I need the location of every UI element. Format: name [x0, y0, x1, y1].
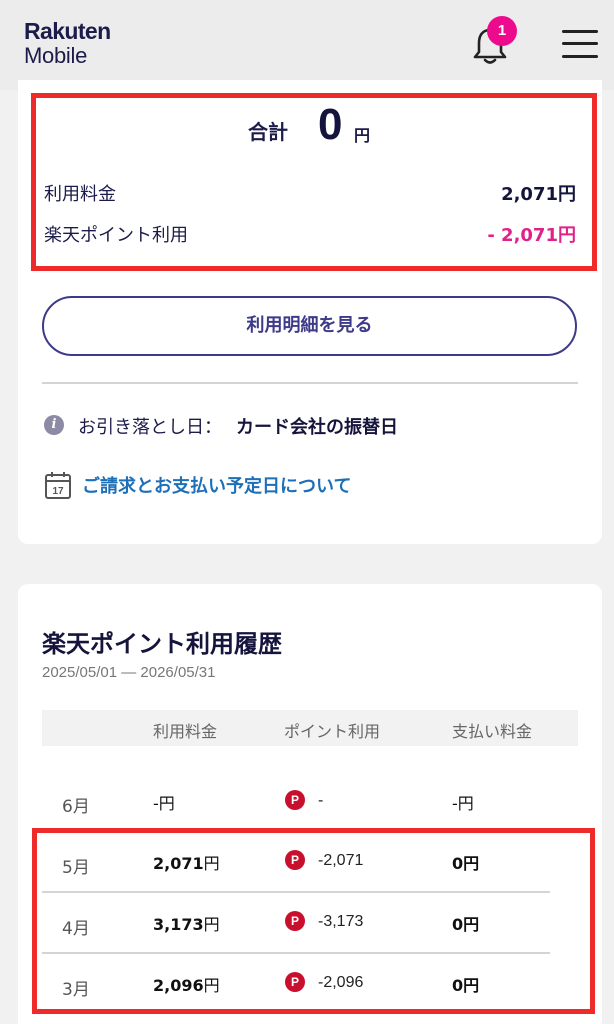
- table-row-payment: -円: [452, 794, 474, 813]
- column-header-usage-fee: 利用料金: [153, 722, 218, 741]
- debit-date-label: お引き落とし日：: [78, 417, 222, 438]
- notification-badge[interactable]: 1: [487, 16, 517, 46]
- hamburger-menu-icon[interactable]: [562, 28, 598, 60]
- svg-text:17: 17: [52, 486, 64, 497]
- highlight-box-history: [32, 828, 595, 1014]
- billing-schedule-link[interactable]: ご請求とお支払い予定日について: [82, 472, 351, 498]
- rakuten-point-icon: P: [285, 790, 305, 810]
- highlight-box-summary: [31, 93, 597, 271]
- view-details-button[interactable]: 利用明細を見る: [42, 296, 577, 356]
- divider: [42, 382, 578, 384]
- debit-date-value: カード会社の振替日: [236, 417, 398, 438]
- table-row-month: 6月: [62, 797, 90, 817]
- rakuten-mobile-logo[interactable]: Rakuten Mobile: [24, 20, 111, 67]
- info-icon: i: [44, 415, 64, 435]
- table-row-fee: -円: [153, 794, 175, 813]
- column-header-points: ポイント利用: [284, 722, 381, 741]
- calendar-icon: 17: [45, 472, 71, 499]
- column-header-payment: 支払い料金: [452, 722, 533, 741]
- history-date-range: 2025/05/01 — 2026/05/31: [42, 664, 216, 681]
- history-title: 楽天ポイント利用履歴: [42, 630, 282, 658]
- app-header: Rakuten Mobile 1: [0, 0, 614, 90]
- table-row-points: -: [318, 792, 324, 809]
